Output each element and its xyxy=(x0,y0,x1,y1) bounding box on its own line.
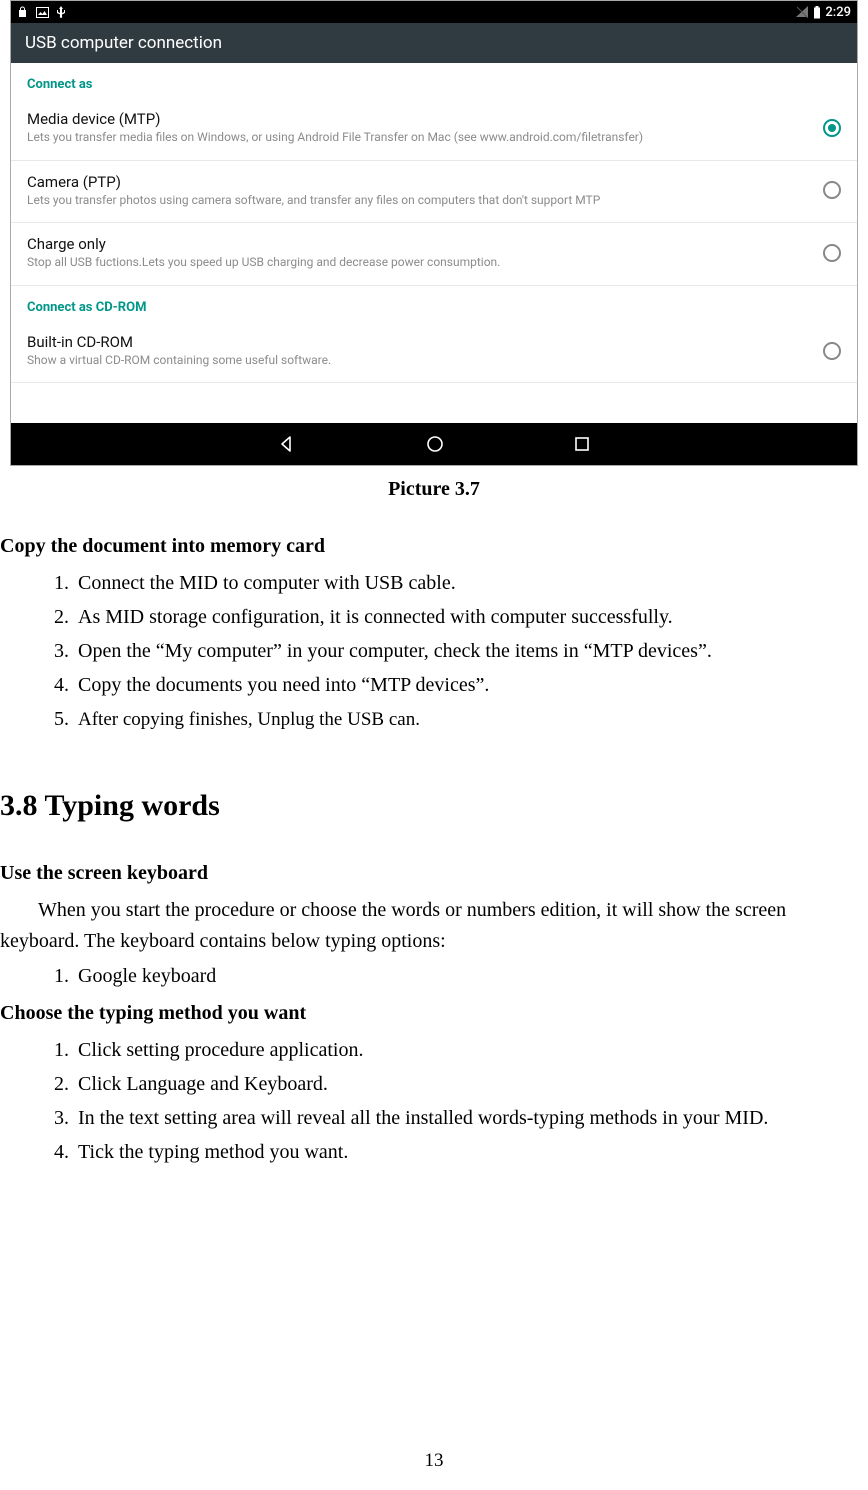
list-item: Copy the documents you need into “MTP de… xyxy=(74,670,860,701)
list-item: Click setting procedure application. xyxy=(74,1035,860,1066)
no-signal-icon xyxy=(796,6,809,18)
option-ptp[interactable]: Camera (PTP) Lets you transfer photos us… xyxy=(11,161,857,224)
nav-recent-icon[interactable] xyxy=(574,436,590,452)
battery-icon xyxy=(813,6,821,19)
use-keyboard-heading: Use the screen keyboard xyxy=(0,858,860,889)
android-navbar xyxy=(11,423,857,465)
choose-method-heading: Choose the typing method you want xyxy=(0,998,860,1029)
choose-method-steps: Click setting procedure application. Cli… xyxy=(52,1035,860,1168)
radio-selected-icon[interactable] xyxy=(823,119,841,137)
status-bar: 2:29 xyxy=(11,1,857,23)
figure-caption: Picture 3.7 xyxy=(0,478,868,501)
list-item: In the text setting area will reveal all… xyxy=(74,1103,860,1134)
section-connect-as: Connect as xyxy=(11,63,857,98)
list-item: Open the “My computer” in your computer,… xyxy=(74,636,860,667)
list-item: As MID storage configuration, it is conn… xyxy=(74,602,860,633)
option-subtitle: Stop all USB fuctions.Lets you speed up … xyxy=(27,255,803,271)
option-subtitle: Lets you transfer photos using camera so… xyxy=(27,193,803,209)
option-title: Built-in CD-ROM xyxy=(27,333,803,351)
option-subtitle: Lets you transfer media files on Windows… xyxy=(27,130,803,146)
option-title: Media device (MTP) xyxy=(27,110,803,128)
option-cdrom[interactable]: Built-in CD-ROM Show a virtual CD-ROM co… xyxy=(11,321,857,384)
nav-back-icon[interactable] xyxy=(278,435,296,453)
option-title: Charge only xyxy=(27,235,803,253)
list-item: Tick the typing method you want. xyxy=(74,1137,860,1168)
screen-title: USB computer connection xyxy=(11,23,857,63)
keyboard-paragraph: When you start the procedure or choose t… xyxy=(0,895,860,957)
copy-steps-list: Connect the MID to computer with USB cab… xyxy=(52,568,860,735)
section-cdrom: Connect as CD-ROM xyxy=(11,286,857,321)
usb-icon xyxy=(57,6,65,19)
gallery-icon xyxy=(36,7,49,18)
list-item: Click Language and Keyboard. xyxy=(74,1069,860,1100)
section-heading-typing: 3.8 Typing words xyxy=(0,783,860,830)
radio-icon[interactable] xyxy=(823,181,841,199)
list-item: Connect the MID to computer with USB cab… xyxy=(74,568,860,599)
nav-home-icon[interactable] xyxy=(426,435,444,453)
lock-icon xyxy=(17,6,28,18)
page-number: 13 xyxy=(0,1450,868,1472)
radio-icon[interactable] xyxy=(823,342,841,360)
option-charge-only[interactable]: Charge only Stop all USB fuctions.Lets y… xyxy=(11,223,857,286)
keyboard-options-list: Google keyboard xyxy=(52,961,860,992)
android-screenshot: 2:29 USB computer connection Connect as … xyxy=(10,0,858,466)
list-item: After copying finishes, Unplug the USB c… xyxy=(74,704,860,735)
option-title: Camera (PTP) xyxy=(27,173,803,191)
status-time: 2:29 xyxy=(825,5,851,20)
option-mtp[interactable]: Media device (MTP) Lets you transfer med… xyxy=(11,98,857,161)
radio-icon[interactable] xyxy=(823,244,841,262)
list-item: Google keyboard xyxy=(74,961,860,992)
copy-heading: Copy the document into memory card xyxy=(0,531,860,562)
option-subtitle: Show a virtual CD-ROM containing some us… xyxy=(27,353,803,369)
